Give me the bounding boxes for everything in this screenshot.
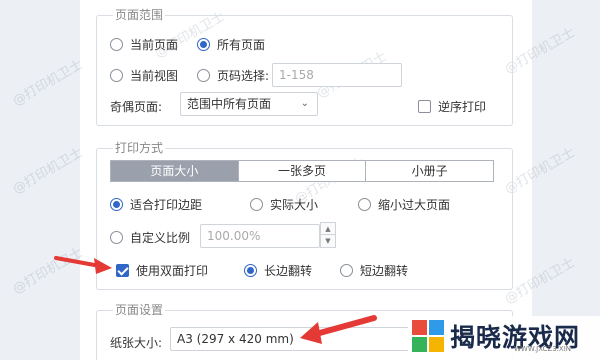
odd-even-row: 奇偶页面:: [110, 98, 162, 115]
site-logo-icon: [412, 320, 444, 352]
radio-short-edge[interactable]: 短边翻转: [340, 262, 408, 279]
radio-circle[interactable]: [250, 198, 263, 211]
tab-page-size[interactable]: 页面大小: [111, 161, 239, 181]
stepper-up-icon[interactable]: ▲: [321, 223, 335, 235]
page-setup-legend: 页面设置: [113, 303, 166, 317]
radio-custom-scale[interactable]: 自定义比例: [110, 229, 190, 246]
chevron-down-icon: ⌄: [300, 98, 309, 109]
radio-circle-selected[interactable]: [244, 264, 257, 277]
radio-current-page[interactable]: 当前页面: [110, 36, 178, 53]
paper-size-select[interactable]: A3 (297 x 420 mm): [170, 327, 410, 351]
radio-circle[interactable]: [358, 198, 371, 211]
radio-circle[interactable]: [110, 231, 123, 244]
watermark: @打印机卫士: [10, 245, 86, 298]
tab-booklet[interactable]: 小册子: [366, 161, 494, 181]
radio-current-view[interactable]: 当前视图: [110, 67, 178, 84]
scale-stepper[interactable]: ▲ ▼: [320, 222, 336, 248]
page-select-input[interactable]: 1-158: [272, 63, 402, 87]
radio-all-pages[interactable]: 所有页面: [197, 36, 265, 53]
radio-circle[interactable]: [110, 38, 123, 51]
watermark: @打印机卫士: [10, 57, 86, 110]
radio-actual-size[interactable]: 实际大小: [250, 196, 318, 213]
paper-size-label: 纸张大小:: [110, 336, 163, 350]
reverse-print-checkbox[interactable]: 逆序打印: [418, 98, 486, 115]
radio-page-select[interactable]: 页码选择:: [197, 67, 269, 84]
print-mode-legend: 打印方式: [113, 141, 166, 155]
radio-circle-selected[interactable]: [197, 38, 210, 51]
checkbox-checked[interactable]: [116, 264, 129, 277]
odd-even-label: 奇偶页面:: [110, 100, 163, 114]
duplex-checkbox[interactable]: 使用双面打印: [116, 262, 208, 279]
checkbox[interactable]: [418, 100, 431, 113]
tab-multi-page[interactable]: 一张多页: [238, 161, 367, 181]
custom-scale-input[interactable]: 100.00%: [200, 224, 320, 248]
radio-long-edge[interactable]: 长边翻转: [244, 262, 312, 279]
site-logo-url: WWW.JXCZ3.XIN: [514, 345, 571, 353]
print-mode-tabs: 页面大小 一张多页 小册子: [110, 160, 494, 182]
stepper-down-icon[interactable]: ▼: [321, 235, 335, 247]
page-range-legend: 页面范围: [113, 8, 166, 22]
radio-circle-selected[interactable]: [110, 198, 123, 211]
watermark: @打印机卫士: [10, 145, 86, 198]
radio-circle[interactable]: [197, 69, 210, 82]
paper-size-row: 纸张大小:: [110, 334, 162, 351]
radio-circle[interactable]: [110, 69, 123, 82]
radio-shrink-large[interactable]: 缩小过大页面: [358, 196, 450, 213]
radio-fit-margins[interactable]: 适合打印边距: [110, 196, 202, 213]
radio-circle[interactable]: [340, 264, 353, 277]
odd-even-select[interactable]: 范围中所有页面 ⌄: [180, 92, 318, 116]
